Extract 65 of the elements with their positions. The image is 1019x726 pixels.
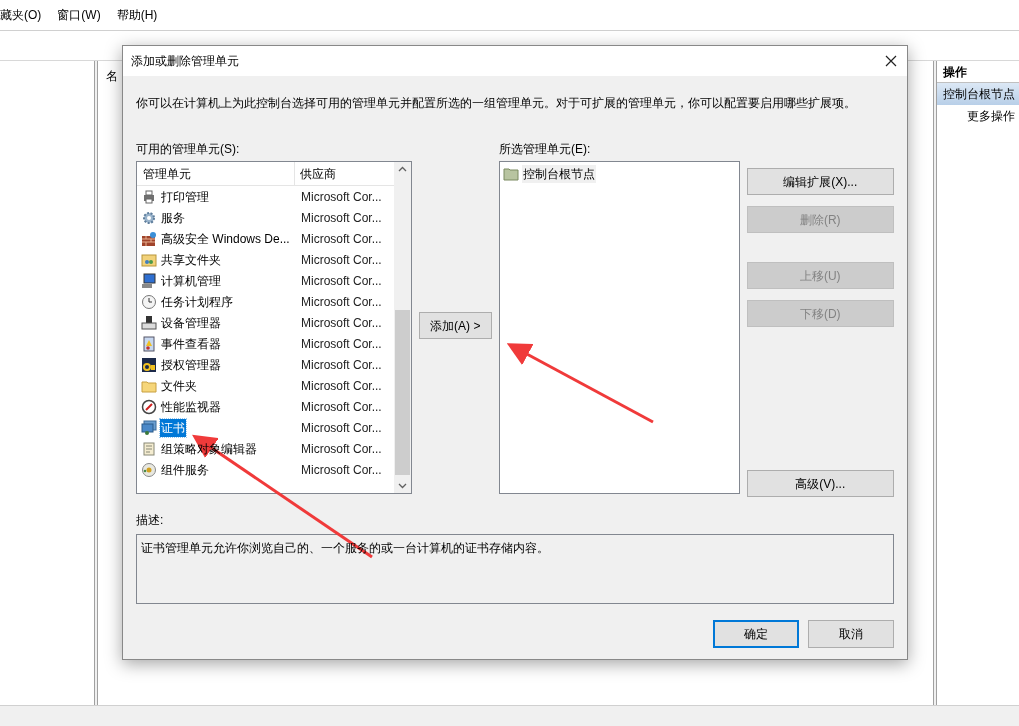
table-cell-text: Microsoft Cor... bbox=[300, 209, 383, 227]
folder-icon bbox=[502, 166, 519, 182]
action-item[interactable]: 更多操作 bbox=[937, 105, 1019, 127]
table-cell-text: Microsoft Cor... bbox=[300, 419, 383, 437]
table-cell-text: Microsoft Cor... bbox=[300, 272, 383, 290]
component-icon bbox=[141, 461, 157, 478]
list-item[interactable]: 共享文件夹 bbox=[160, 250, 222, 269]
list-item[interactable]: 授权管理器 bbox=[160, 355, 222, 374]
device-icon bbox=[141, 314, 157, 331]
list-item[interactable]: 控制台根节点 bbox=[521, 165, 596, 183]
list-item[interactable]: 事件查看器 bbox=[160, 334, 222, 353]
list-item[interactable]: 计算机管理 bbox=[160, 271, 222, 290]
gear-icon bbox=[141, 209, 157, 226]
computer-icon bbox=[141, 272, 157, 289]
table-cell-text: Microsoft Cor... bbox=[300, 398, 383, 416]
table-cell-text: Microsoft Cor... bbox=[300, 461, 383, 479]
list-item[interactable]: 服务 bbox=[160, 208, 186, 227]
menu-item[interactable]: 帮助(H) bbox=[116, 6, 158, 24]
key-icon bbox=[141, 356, 157, 373]
action-item[interactable]: 控制台根节点 bbox=[937, 83, 1019, 105]
column-header: 名 bbox=[106, 69, 118, 83]
list-item[interactable]: 文件夹 bbox=[160, 376, 198, 395]
close-icon[interactable] bbox=[885, 55, 897, 67]
dialog-button[interactable]: 高级(V)... bbox=[746, 470, 894, 497]
scroll-icon bbox=[141, 440, 157, 457]
list-item[interactable]: 打印管理 bbox=[160, 187, 210, 206]
clock-icon bbox=[141, 293, 157, 310]
description-label: 描述: bbox=[136, 512, 165, 529]
table-cell-text: Microsoft Cor... bbox=[300, 440, 383, 458]
scrollbar[interactable] bbox=[393, 162, 411, 493]
list-item[interactable]: 任务计划程序 bbox=[160, 292, 234, 311]
shared-folder-icon bbox=[141, 251, 157, 268]
scroll-thumb[interactable] bbox=[394, 310, 410, 475]
table-cell-text: Microsoft Cor... bbox=[300, 314, 383, 332]
list-item[interactable]: 高级安全 Windows De... bbox=[160, 229, 291, 248]
column-header[interactable]: 供应商 bbox=[295, 162, 394, 185]
scroll-up-icon[interactable] bbox=[397, 166, 407, 172]
brick-wall-icon bbox=[141, 230, 157, 247]
dialog-button[interactable]: 编辑扩展(X)... bbox=[746, 168, 894, 195]
certificate-icon bbox=[141, 419, 157, 436]
list-item[interactable]: 设备管理器 bbox=[160, 313, 222, 332]
table-cell-text: Microsoft Cor... bbox=[300, 356, 383, 374]
event-log-icon bbox=[141, 335, 157, 352]
menu-item[interactable]: 藏夹(O) bbox=[0, 6, 42, 24]
dialog-button[interactable]: 确定 bbox=[713, 620, 799, 648]
list-item[interactable]: 性能监视器 bbox=[160, 397, 222, 416]
table-cell-text: Microsoft Cor... bbox=[300, 335, 383, 353]
table-cell-text: Microsoft Cor... bbox=[300, 377, 383, 395]
table-cell-text: Microsoft Cor... bbox=[300, 293, 383, 311]
column-header[interactable]: 管理单元 bbox=[137, 162, 295, 185]
list-label: 可用的管理单元(S): bbox=[136, 141, 241, 158]
scroll-down-icon[interactable] bbox=[397, 483, 407, 489]
dialog-button[interactable]: 取消 bbox=[808, 620, 894, 648]
table-cell-text: Microsoft Cor... bbox=[300, 230, 383, 248]
list-item[interactable]: 组件服务 bbox=[160, 460, 210, 479]
table-cell-text: Microsoft Cor... bbox=[300, 251, 383, 269]
list-item[interactable]: 证书 bbox=[160, 418, 186, 437]
window-title: 添加或删除管理单元 bbox=[131, 53, 239, 70]
table-cell-text: Microsoft Cor... bbox=[300, 188, 383, 206]
list-label: 所选管理单元(E): bbox=[498, 141, 592, 158]
add-button[interactable]: 添加(A) > bbox=[418, 312, 492, 339]
menu-item[interactable]: 窗口(W) bbox=[57, 6, 101, 24]
printer-icon bbox=[141, 188, 157, 205]
gauge-icon bbox=[141, 398, 157, 415]
intro-text: 你可以在计算机上为此控制台选择可用的管理单元并配置所选的一组管理单元。对于可扩展的管理单元，你可以配置要启用哪些扩展项。 bbox=[136, 95, 857, 112]
